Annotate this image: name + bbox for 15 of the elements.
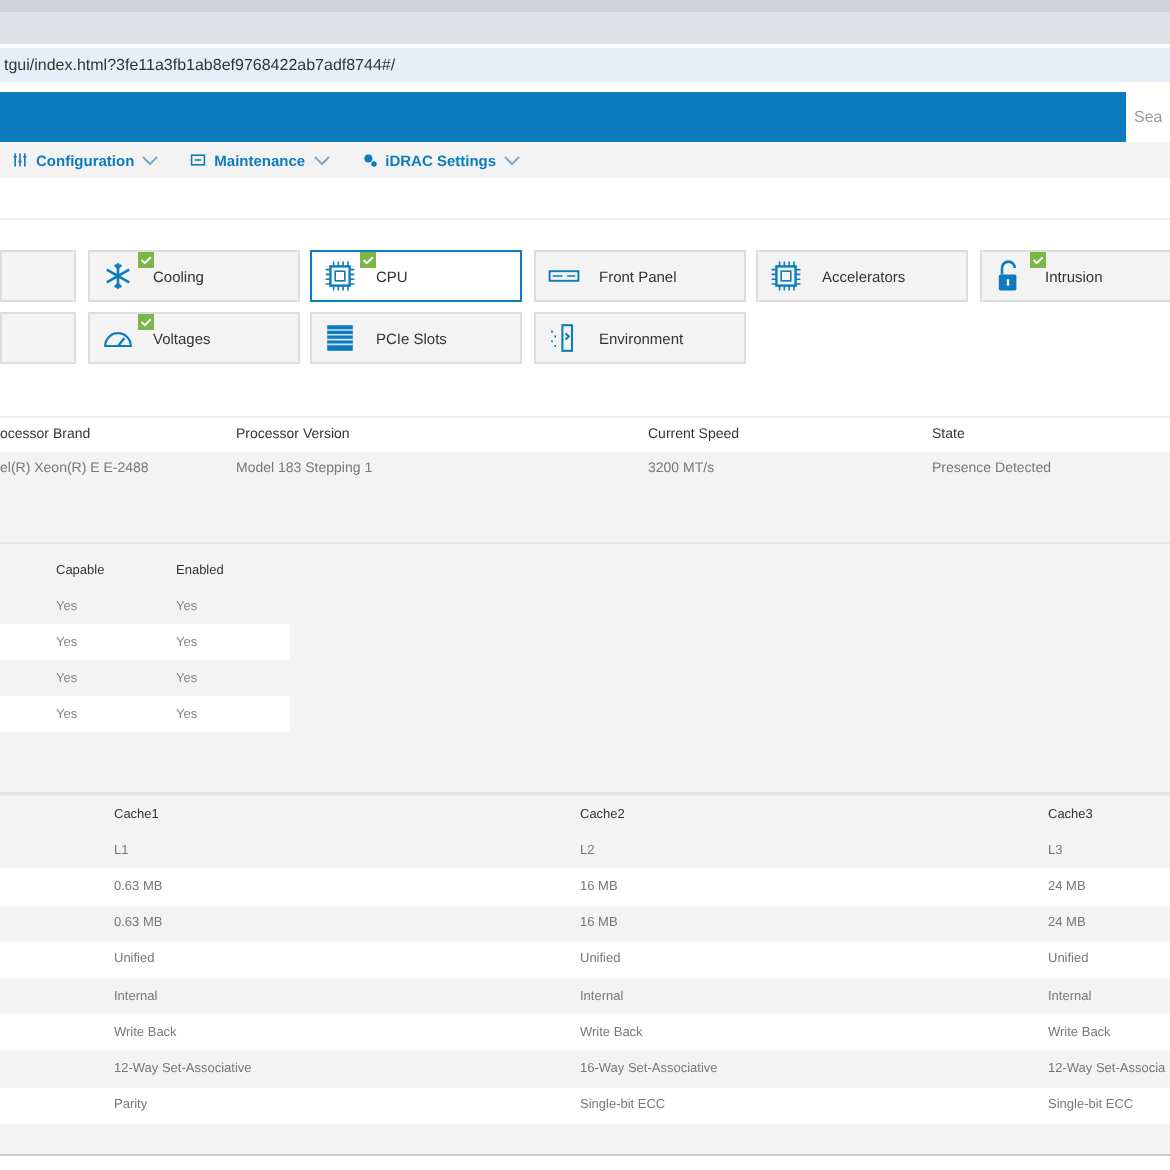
airflow-icon bbox=[547, 322, 579, 354]
chip-icon bbox=[324, 260, 356, 292]
chevron-icon bbox=[313, 155, 330, 165]
monitor-icon bbox=[190, 152, 207, 168]
sliders-icon bbox=[12, 152, 28, 168]
snowflake-icon bbox=[101, 260, 133, 292]
chip-icon bbox=[770, 260, 802, 292]
slots-icon bbox=[324, 322, 356, 354]
component-tile[interactable] bbox=[0, 312, 76, 364]
chevron-icon bbox=[504, 155, 521, 165]
gears-icon bbox=[361, 152, 378, 168]
address-bar[interactable]: tgui/index.html?3fe11a3fb1ab8ef9768422ab7adf8744#/ bbox=[0, 47, 1170, 81]
component-tile[interactable] bbox=[0, 250, 76, 302]
search-field[interactable]: Sea bbox=[1126, 92, 1170, 142]
chevron-icon bbox=[142, 155, 159, 165]
